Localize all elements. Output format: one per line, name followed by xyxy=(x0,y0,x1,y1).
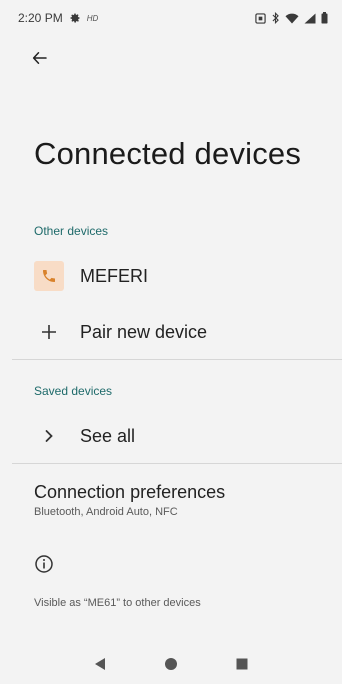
wifi-icon xyxy=(285,13,299,24)
plus-icon xyxy=(34,324,64,340)
status-bar: 2:20 PM HD xyxy=(0,0,342,36)
bluetooth-icon xyxy=(271,12,280,24)
visibility-text: Visible as “ME61” to other devices xyxy=(34,597,201,609)
battery-icon xyxy=(321,12,328,24)
device-name: MEFERI xyxy=(80,265,149,286)
recents-square-icon xyxy=(236,658,248,670)
chevron-right-icon xyxy=(34,429,64,443)
pair-new-device-button[interactable]: Pair new device xyxy=(0,314,342,350)
divider xyxy=(12,463,342,464)
triangle-back-icon xyxy=(94,658,105,670)
nav-back-button[interactable] xyxy=(85,649,115,679)
device-icon-container xyxy=(34,261,64,291)
home-circle-icon xyxy=(164,658,177,670)
section-header-other-devices: Other devices xyxy=(34,224,109,238)
phone-icon xyxy=(43,270,55,282)
status-time: 2:20 PM xyxy=(18,11,63,25)
arrow-left-icon xyxy=(32,52,47,64)
page-title: Connected devices xyxy=(34,136,302,171)
nav-home-button[interactable] xyxy=(156,649,186,679)
gear-icon xyxy=(69,12,81,24)
status-right xyxy=(255,12,328,24)
connection-preferences-subtitle: Bluetooth, Android Auto, NFC xyxy=(34,506,178,518)
nfc-icon xyxy=(255,12,266,24)
back-button[interactable] xyxy=(26,44,54,72)
see-all-button[interactable]: See all xyxy=(0,418,342,454)
see-all-label: See all xyxy=(80,425,136,446)
divider xyxy=(12,359,342,360)
signal-icon xyxy=(304,13,316,24)
navigation-bar xyxy=(0,644,342,684)
device-item-meferi[interactable]: MEFERI xyxy=(0,258,342,294)
pair-new-device-label: Pair new device xyxy=(80,321,208,342)
info-icon xyxy=(34,554,54,574)
hd-indicator: HD xyxy=(86,13,99,23)
nav-recents-button[interactable] xyxy=(227,649,257,679)
status-left: 2:20 PM HD xyxy=(18,11,98,25)
connection-preferences-title: Connection preferences xyxy=(34,482,226,502)
section-header-saved-devices: Saved devices xyxy=(34,384,113,398)
